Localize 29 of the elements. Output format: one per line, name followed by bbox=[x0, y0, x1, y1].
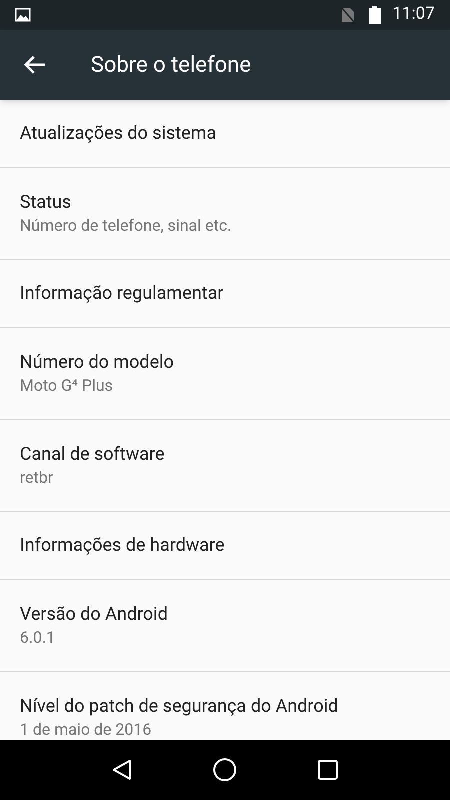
item-subtitle: retbr bbox=[20, 466, 54, 488]
recents-square-icon bbox=[318, 760, 338, 780]
item-title: Informações de hardware bbox=[20, 534, 226, 558]
item-title: Canal de software bbox=[20, 442, 166, 466]
screen-title: Sobre o telefone bbox=[91, 52, 252, 80]
item-subtitle: 1 de maio de 2016 bbox=[20, 718, 153, 740]
back-triangle-icon bbox=[112, 759, 132, 781]
settings-item[interactable]: Informação regulamentar bbox=[0, 260, 450, 328]
item-subtitle: Número de telefone, sinal etc. bbox=[20, 214, 233, 236]
no-sim-icon bbox=[340, 7, 355, 23]
item-title: Versão do Android bbox=[20, 602, 169, 626]
item-subtitle: 6.0.1 bbox=[20, 626, 56, 648]
settings-item[interactable]: Atualizações do sistema bbox=[0, 100, 450, 168]
item-title: Atualizações do sistema bbox=[20, 122, 218, 146]
item-title: Número do modelo bbox=[20, 350, 176, 374]
item-title: Status bbox=[20, 190, 72, 214]
clock: 11:07 bbox=[392, 3, 435, 26]
back-arrow-icon bbox=[24, 55, 46, 75]
item-title: Informação regulamentar bbox=[20, 282, 225, 306]
item-title: Nível do patch de segurança do Android bbox=[20, 694, 340, 718]
home-circle-icon bbox=[212, 758, 237, 782]
battery-icon bbox=[368, 6, 381, 24]
item-subtitle: Moto G⁴ Plus bbox=[20, 374, 114, 396]
settings-item[interactable]: Informações de hardware bbox=[0, 512, 450, 580]
settings-item[interactable]: Canal de software retbr bbox=[0, 420, 450, 512]
settings-item[interactable]: Status Número de telefone, sinal etc. bbox=[0, 168, 450, 260]
settings-item[interactable]: Versão do Android 6.0.1 bbox=[0, 580, 450, 672]
settings-item[interactable]: Número do modelo Moto G⁴ Plus bbox=[0, 328, 450, 420]
image-icon bbox=[15, 8, 31, 22]
